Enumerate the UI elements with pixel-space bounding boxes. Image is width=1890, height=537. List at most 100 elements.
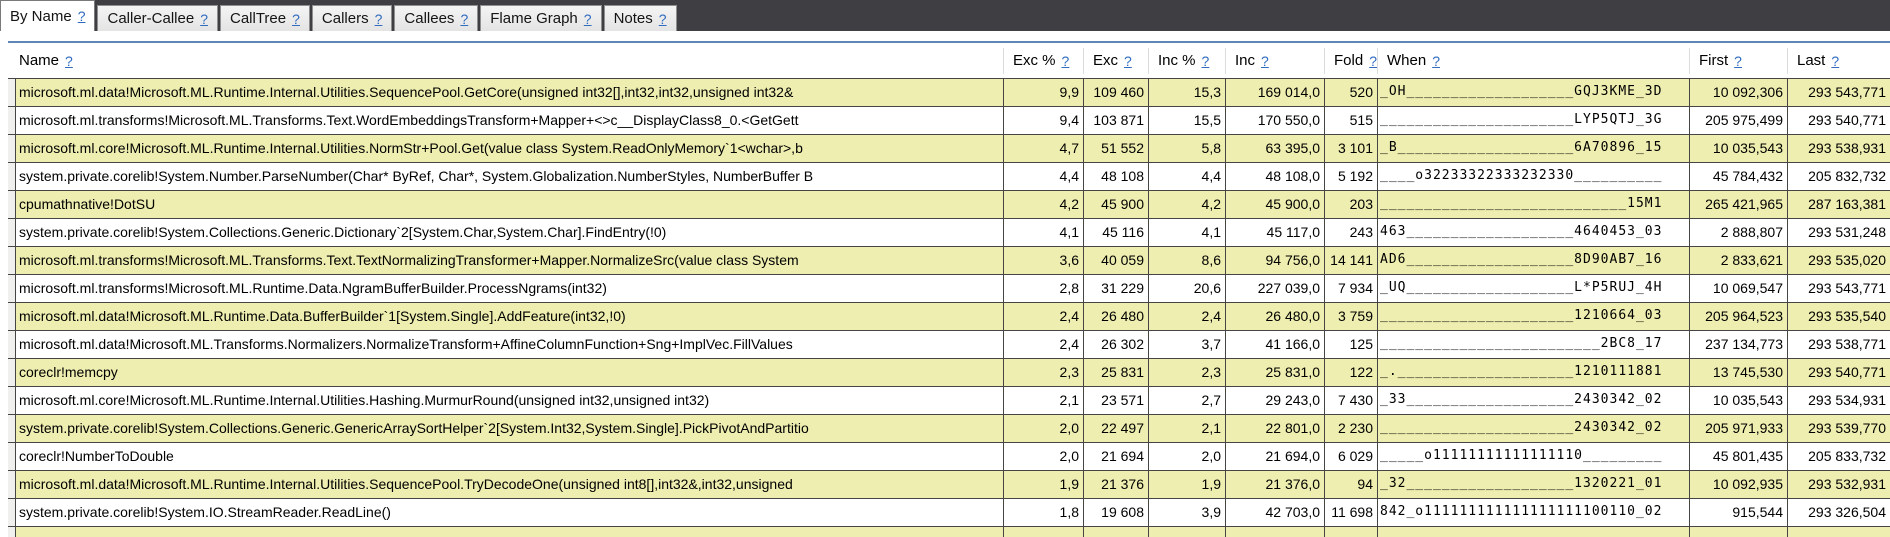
table-row[interactable]: coreclr!NumberToDouble 2,0 21 694 2,0 21… <box>8 443 1890 471</box>
exc-cell: 48 108 <box>1084 163 1149 190</box>
row-gutter <box>8 331 16 358</box>
tab[interactable]: Flame Graph ? <box>480 5 602 31</box>
column-help-link[interactable]: ? <box>1202 53 1210 69</box>
inc-pct-cell: 2,4 <box>1149 303 1226 330</box>
exc-pct-cell: 2,3 <box>1004 359 1084 386</box>
table-row[interactable]: system.private.corelib!System.Collection… <box>8 415 1890 443</box>
last-cell: 293 540,771 <box>1808 364 1886 380</box>
column-header-label: Exc <box>1093 52 1119 69</box>
tab[interactable]: Callers ? <box>311 5 393 31</box>
fold-cell: 14 141 <box>1325 247 1378 274</box>
inc-pct-cell: 8,6 <box>1149 247 1226 274</box>
table-row[interactable]: system.private.corelib!System.Number.Par… <box>8 163 1890 191</box>
column-header[interactable]: First ? <box>1690 47 1788 74</box>
table-row[interactable]: coreclr!memcpy 2,3 25 831 2,3 25 831,0 1… <box>8 359 1890 387</box>
first-cell: 45 784,432 <box>1690 163 1788 190</box>
table-row[interactable]: system.private.corelib!System.IO.StreamR… <box>8 499 1890 527</box>
when-histogram-cell: 842_o111111111111111111100110_02 <box>1378 499 1690 526</box>
when-histogram-cell: _________________________2BC8_17 <box>1378 331 1690 358</box>
column-header[interactable]: Name ? <box>16 47 1004 74</box>
column-header[interactable]: Exc % ? <box>1004 47 1084 74</box>
name-cell: microsoft.ml.data!Microsoft.ML.Transform… <box>16 331 1004 358</box>
fold-cell: 520 <box>1325 79 1378 106</box>
fold-cell: 515 <box>1325 107 1378 134</box>
tab[interactable]: Callees ? <box>394 5 479 31</box>
grid-body: microsoft.ml.data!Microsoft.ML.Runtime.I… <box>8 78 1890 527</box>
exc-cell: 31 229 <box>1084 275 1149 302</box>
tab-help-link[interactable]: ? <box>200 11 208 27</box>
tab-help-link[interactable]: ? <box>78 8 86 24</box>
fold-cell: 11 698 <box>1325 499 1378 526</box>
table-row[interactable]: microsoft.ml.transforms!Microsoft.ML.Tra… <box>8 107 1890 135</box>
column-header[interactable]: When ? <box>1378 47 1690 74</box>
tab[interactable]: CallTree ? <box>219 5 310 31</box>
tab-label: Callers <box>321 10 369 27</box>
column-help-link[interactable]: ? <box>1831 53 1839 69</box>
row-gutter <box>8 191 16 218</box>
tab-help-link[interactable]: ? <box>584 11 592 27</box>
table-row[interactable]: microsoft.ml.transforms!Microsoft.ML.Run… <box>8 275 1890 303</box>
table-row[interactable]: microsoft.ml.data!Microsoft.ML.Runtime.I… <box>8 79 1890 107</box>
table-row[interactable]: microsoft.ml.data!Microsoft.ML.Runtime.D… <box>8 303 1890 331</box>
tab-help-link[interactable]: ? <box>292 11 300 27</box>
tab-help-link[interactable]: ? <box>659 11 667 27</box>
table-row[interactable]: microsoft.ml.data!Microsoft.ML.Runtime.I… <box>8 471 1890 499</box>
inc-cell: 94 756,0 <box>1226 247 1325 274</box>
column-header[interactable]: Last ? <box>1788 48 1890 74</box>
column-header[interactable]: Inc ? <box>1226 47 1325 74</box>
name-cell: microsoft.ml.transforms!Microsoft.ML.Tra… <box>16 107 1004 134</box>
row-gutter <box>8 499 16 526</box>
exc-cell: 51 552 <box>1084 135 1149 162</box>
tab[interactable]: By Name ? <box>0 0 96 31</box>
column-help-link[interactable]: ? <box>65 53 73 69</box>
tab[interactable]: Notes ? <box>603 5 677 31</box>
table-row[interactable]: system.private.corelib!System.Collection… <box>8 219 1890 247</box>
when-histogram-cell: _____o11111111111111110_________ <box>1378 443 1690 470</box>
fold-cell: 7 934 <box>1325 275 1378 302</box>
name-cell: microsoft.ml.transforms!Microsoft.ML.Run… <box>16 275 1004 302</box>
row-gutter <box>8 303 16 330</box>
column-help-link[interactable]: ? <box>1369 53 1377 69</box>
tab[interactable]: Caller-Callee ? <box>97 5 218 31</box>
inc-pct-cell: 2,0 <box>1149 443 1226 470</box>
table-row[interactable]: microsoft.ml.data!Microsoft.ML.Transform… <box>8 331 1890 359</box>
column-header[interactable]: Exc ? <box>1084 47 1149 74</box>
tab-help-link[interactable]: ? <box>375 11 383 27</box>
exc-pct-cell: 2,4 <box>1004 331 1084 358</box>
table-row[interactable]: microsoft.ml.transforms!Microsoft.ML.Tra… <box>8 247 1890 275</box>
name-cell: system.private.corelib!System.Number.Par… <box>16 163 1004 190</box>
inc-cell: 169 014,0 <box>1226 79 1325 106</box>
tab-label: Caller-Callee <box>107 10 195 27</box>
inc-cell: 63 395,0 <box>1226 135 1325 162</box>
inc-cell: 45 117,0 <box>1226 219 1325 246</box>
column-help-link[interactable]: ? <box>1734 53 1742 69</box>
column-help-link[interactable]: ? <box>1062 53 1070 69</box>
last-cell: 205 832,732 <box>1808 168 1886 184</box>
when-histogram-cell: ______________________LYP5QTJ_3G <box>1378 107 1690 134</box>
inc-cell: 21 694,0 <box>1226 443 1325 470</box>
exc-pct-cell: 3,6 <box>1004 247 1084 274</box>
fold-cell: 6 029 <box>1325 443 1378 470</box>
inc-cell: 21 376,0 <box>1226 471 1325 498</box>
exc-cell: 23 571 <box>1084 387 1149 414</box>
row-gutter <box>8 79 16 106</box>
byname-grid: Name ? Exc % ? Exc ? Inc % ? Inc ? Fold … <box>8 41 1890 537</box>
column-header[interactable]: Inc % ? <box>1149 47 1226 74</box>
tab-help-link[interactable]: ? <box>460 11 468 27</box>
column-help-link[interactable]: ? <box>1432 53 1440 69</box>
exc-cell: 45 116 <box>1084 219 1149 246</box>
fold-cell: 94 <box>1325 471 1378 498</box>
column-help-link[interactable]: ? <box>1124 53 1132 69</box>
table-row[interactable]: microsoft.ml.core!Microsoft.ML.Runtime.I… <box>8 135 1890 163</box>
table-row[interactable]: microsoft.ml.core!Microsoft.ML.Runtime.I… <box>8 387 1890 415</box>
fold-cell: 7 430 <box>1325 387 1378 414</box>
exc-pct-cell: 4,1 <box>1004 219 1084 246</box>
last-cell: 293 538,771 <box>1808 336 1886 352</box>
inc-cell: 227 039,0 <box>1226 275 1325 302</box>
table-row[interactable]: cpumathnative!DotSU 4,2 45 900 4,2 45 90… <box>8 191 1890 219</box>
column-help-link[interactable]: ? <box>1261 53 1269 69</box>
exc-pct-cell: 4,2 <box>1004 191 1084 218</box>
column-header[interactable]: Fold ? <box>1325 47 1378 74</box>
column-header-label: Exc % <box>1013 52 1056 69</box>
inc-pct-cell: 2,7 <box>1149 387 1226 414</box>
